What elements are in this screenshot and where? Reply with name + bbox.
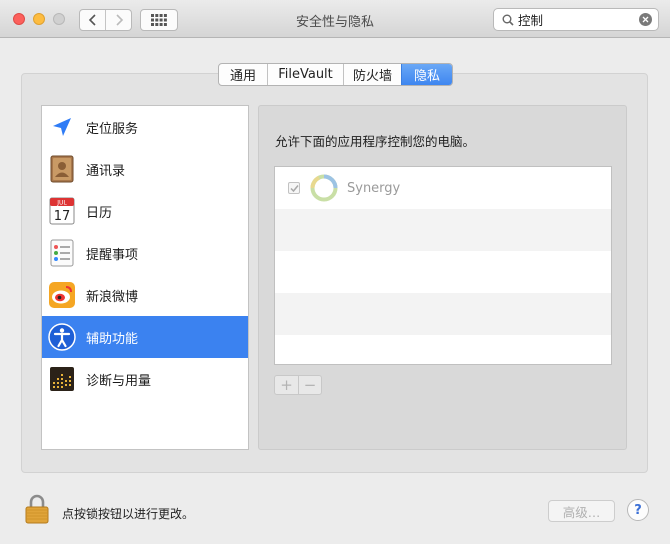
help-button[interactable]: ? xyxy=(627,499,649,521)
category-label: 新浪微博 xyxy=(86,289,139,305)
clear-search-icon[interactable] xyxy=(639,13,652,26)
empty-row xyxy=(275,251,611,293)
category-label: 提醒事项 xyxy=(86,247,139,263)
contacts-icon xyxy=(48,155,76,183)
weibo-icon xyxy=(48,281,76,309)
search-field[interactable] xyxy=(493,8,659,31)
synergy-checkbox[interactable] xyxy=(288,182,300,194)
category-label: 辅助功能 xyxy=(86,331,139,347)
advanced-button[interactable]: 高级… xyxy=(548,500,615,522)
synergy-icon xyxy=(310,174,338,202)
privacy-category-list: 定位服务 通讯录 JUL 17 日历 提醒事项 新浪微博 辅助功能 诊断与用量 xyxy=(41,105,249,450)
category-contacts[interactable]: 通讯录 xyxy=(42,148,248,190)
show-all-button[interactable] xyxy=(140,9,178,31)
accessibility-icon xyxy=(48,323,76,351)
zoom-window-button[interactable] xyxy=(53,13,65,25)
category-label: 日历 xyxy=(86,205,113,221)
category-sina-weibo[interactable]: 新浪微博 xyxy=(42,274,248,316)
category-accessibility[interactable]: 辅助功能 xyxy=(42,316,248,358)
tab-privacy[interactable]: 隐私 xyxy=(401,64,452,85)
calendar-icon: JUL 17 xyxy=(48,197,76,225)
panel-description: 允许下面的应用程序控制您的电脑。 xyxy=(275,134,476,149)
title-bar: 安全性与隐私 xyxy=(0,0,670,38)
remove-app-button[interactable]: − xyxy=(298,376,321,394)
lock-hint-text: 点按锁按钮以进行更改。 xyxy=(62,507,195,521)
diagnostics-icon xyxy=(48,365,76,393)
checkmark-icon xyxy=(289,184,299,192)
close-window-button[interactable] xyxy=(13,13,25,25)
category-label: 诊断与用量 xyxy=(86,373,152,389)
lock-icon[interactable] xyxy=(25,494,49,524)
chevron-right-icon xyxy=(116,14,123,26)
category-label: 定位服务 xyxy=(86,121,139,137)
app-list: Synergy xyxy=(274,166,612,365)
category-calendar[interactable]: JUL 17 日历 xyxy=(42,190,248,232)
reminders-icon xyxy=(48,239,76,267)
category-reminders[interactable]: 提醒事项 xyxy=(42,232,248,274)
accessibility-panel: 允许下面的应用程序控制您的电脑。 Synergy + − xyxy=(258,105,627,450)
add-app-button[interactable]: + xyxy=(275,376,298,394)
calendar-icon-month: JUL xyxy=(56,200,67,207)
app-name: Synergy xyxy=(347,180,401,196)
tab-bar: 通用 FileVault 防火墙 隐私 xyxy=(218,63,453,86)
tab-general[interactable]: 通用 xyxy=(219,64,267,85)
search-input[interactable] xyxy=(518,12,630,27)
add-remove-control: + − xyxy=(274,375,322,395)
location-icon xyxy=(48,113,76,141)
back-button[interactable] xyxy=(80,10,105,30)
tab-firewall[interactable]: 防火墙 xyxy=(343,64,401,85)
tab-filevault[interactable]: FileVault xyxy=(267,64,343,85)
calendar-icon-day: 17 xyxy=(54,209,71,224)
navigation-buttons xyxy=(79,9,132,31)
minimize-window-button[interactable] xyxy=(33,13,45,25)
category-label: 通讯录 xyxy=(86,163,126,179)
grid-icon xyxy=(151,14,167,26)
category-diagnostics-usage[interactable]: 诊断与用量 xyxy=(42,358,248,400)
app-row-synergy[interactable]: Synergy xyxy=(275,167,611,209)
search-icon xyxy=(498,14,518,26)
forward-button[interactable] xyxy=(105,10,131,30)
chevron-left-icon xyxy=(88,14,96,26)
empty-row xyxy=(275,209,611,251)
category-location-services[interactable]: 定位服务 xyxy=(42,106,248,148)
empty-row xyxy=(275,293,611,335)
